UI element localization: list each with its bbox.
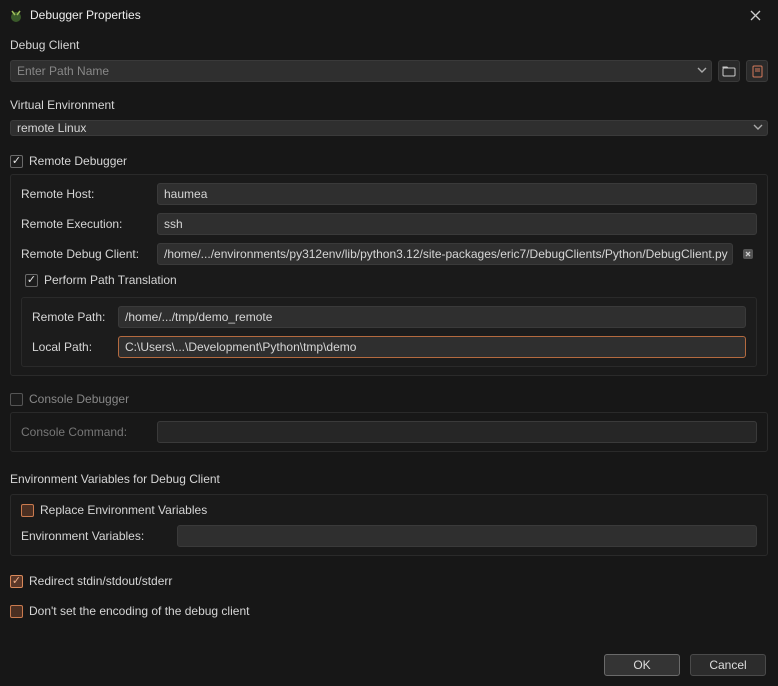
debug-client-combo[interactable] <box>10 60 712 82</box>
remote-host-input[interactable] <box>157 183 757 205</box>
path-translation-group: Remote Path: Local Path: <box>21 297 757 367</box>
venv-label: Virtual Environment <box>10 98 768 112</box>
venv-combo[interactable]: remote Linux <box>10 120 768 136</box>
local-path-input[interactable] <box>118 336 746 358</box>
checkbox-box <box>21 504 34 517</box>
file-warn-icon <box>751 65 764 78</box>
clear-remote-client-button[interactable] <box>739 245 757 263</box>
env-vars-label: Environment Variables: <box>21 529 171 543</box>
app-icon <box>8 7 24 23</box>
path-translation-checkbox[interactable]: Perform Path Translation <box>25 273 757 287</box>
redirect-stdio-checkbox[interactable]: Redirect stdin/stdout/stderr <box>10 574 768 588</box>
chevron-down-icon <box>753 121 763 135</box>
ok-button[interactable]: OK <box>604 654 680 676</box>
browse-folder-button[interactable] <box>718 60 740 82</box>
venv-selected: remote Linux <box>17 121 86 135</box>
redirect-stdio-checkbox-label: Redirect stdin/stdout/stderr <box>29 574 172 588</box>
env-vars-input[interactable] <box>177 525 757 547</box>
console-command-label: Console Command: <box>21 425 151 439</box>
remote-exec-label: Remote Execution: <box>21 217 151 231</box>
checkbox-box <box>25 274 38 287</box>
remote-exec-input[interactable] <box>157 213 757 235</box>
remote-debugger-group: Remote Host: Remote Execution: Remote De… <box>10 174 768 376</box>
debug-client-label: Debug Client <box>10 38 768 52</box>
remote-path-label: Remote Path: <box>32 310 112 324</box>
remote-debugger-checkbox-label: Remote Debugger <box>29 154 127 168</box>
console-command-input <box>157 421 757 443</box>
cancel-button[interactable]: Cancel <box>690 654 766 676</box>
debug-client-input[interactable] <box>17 61 697 81</box>
console-debugger-checkbox-label: Console Debugger <box>29 392 129 406</box>
checkbox-box <box>10 605 23 618</box>
no-encoding-checkbox-label: Don't set the encoding of the debug clie… <box>29 604 249 618</box>
console-debugger-checkbox[interactable]: Console Debugger <box>10 392 768 406</box>
env-group: Replace Environment Variables Environmen… <box>10 494 768 556</box>
title-bar: Debugger Properties <box>0 0 778 30</box>
no-encoding-checkbox[interactable]: Don't set the encoding of the debug clie… <box>10 604 768 618</box>
replace-env-checkbox-label: Replace Environment Variables <box>40 503 207 517</box>
checkbox-box <box>10 393 23 406</box>
remote-client-input[interactable] <box>157 243 733 265</box>
local-path-label: Local Path: <box>32 340 112 354</box>
window-title: Debugger Properties <box>30 8 740 22</box>
env-section-label: Environment Variables for Debug Client <box>10 472 768 486</box>
checkbox-box <box>10 155 23 168</box>
folder-icon <box>722 65 736 77</box>
checkbox-box <box>10 575 23 588</box>
remote-client-label: Remote Debug Client: <box>21 247 151 261</box>
remote-host-label: Remote Host: <box>21 187 151 201</box>
console-group: Console Command: <box>10 412 768 452</box>
remote-debugger-checkbox[interactable]: Remote Debugger <box>10 154 768 168</box>
remote-path-input[interactable] <box>118 306 746 328</box>
clear-icon <box>742 248 754 260</box>
clear-path-button[interactable] <box>746 60 768 82</box>
dialog-footer: OK Cancel <box>604 654 766 676</box>
chevron-down-icon <box>697 64 707 78</box>
replace-env-checkbox[interactable]: Replace Environment Variables <box>21 503 757 517</box>
path-translation-checkbox-label: Perform Path Translation <box>44 273 177 287</box>
close-button[interactable] <box>740 0 770 30</box>
